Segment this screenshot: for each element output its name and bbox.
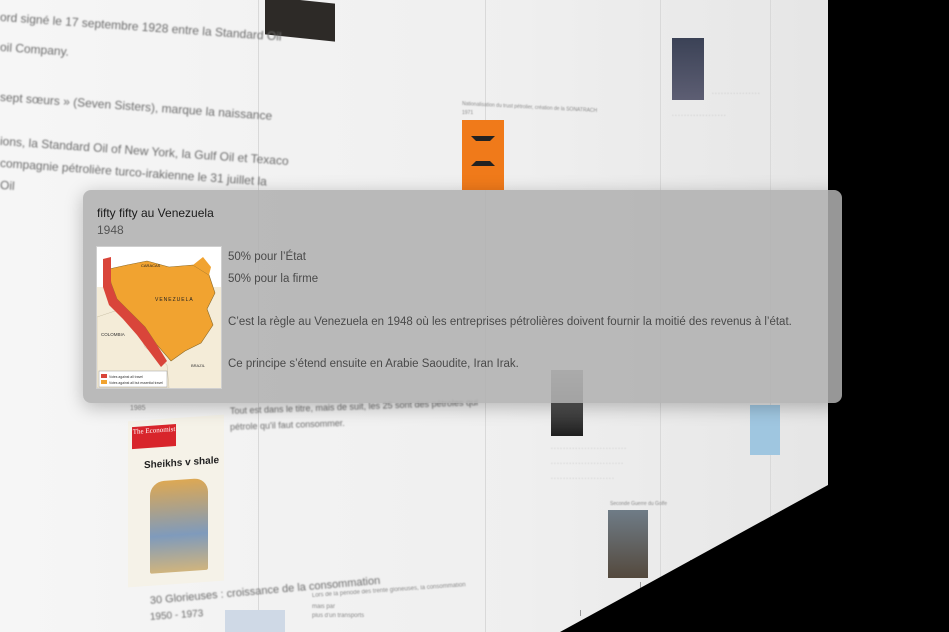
map-legend-item: Votes against all travel: [109, 375, 143, 379]
popup-description: C’est la règle au Venezuela en 1948 où l…: [228, 316, 792, 328]
economist-headline: Sheikhs v shale: [144, 454, 220, 472]
venezuela-map-image[interactable]: Votes against all travel Votes against a…: [96, 246, 222, 389]
event-year: 1971: [462, 110, 474, 116]
sonatrach-logo-thumbnail[interactable]: [462, 120, 504, 190]
background-text-line: Oil: [0, 178, 16, 194]
map-thumbnail[interactable]: [750, 405, 780, 455]
event-year: 1985: [130, 405, 146, 412]
background-text-line: mais par: [312, 604, 336, 610]
popup-title: fifty fifty au Venezuela: [97, 206, 214, 220]
popup-year: 1948: [97, 223, 124, 237]
scale-tick: [640, 582, 641, 588]
background-text-line: · · · · · · · · · · · · · · · · · · · · …: [551, 476, 614, 482]
event-thumbnail[interactable]: [672, 38, 704, 100]
economist-cover-thumbnail[interactable]: The Economist Sheikhs v shale: [128, 414, 224, 588]
map-label-colombia: COLOMBIA: [101, 332, 125, 337]
popup-text-line: 50% pour la firme: [228, 273, 319, 285]
popup-text-line: 50% pour l’État: [228, 251, 306, 263]
gulf-war-thumbnail[interactable]: [608, 510, 648, 578]
background-text-line: plus d'un transports: [312, 613, 365, 619]
map-label-caracas: CARACAS: [141, 263, 161, 268]
event-detail-popup[interactable]: fifty fifty au Venezuela 1948 Votes agai…: [83, 190, 842, 403]
map-label-venezuela: VENEZUELA: [155, 297, 194, 303]
venezuela-map-graphic: Votes against all travel Votes against a…: [97, 247, 221, 388]
background-text-line: · · · · · · · · · · · · · · · · · · · · …: [551, 461, 623, 467]
map-label-brazil: BRAZIL: [191, 363, 206, 368]
background-text-line: · · · · · · · · · · · · · · · ·: [712, 91, 760, 97]
background-text-line: · · · · · · · · · · · · · · · · · ·: [672, 113, 726, 119]
economist-masthead: The Economist: [132, 424, 176, 450]
background-text-line: oil Company.: [0, 40, 70, 59]
event-thumbnail[interactable]: [225, 610, 285, 632]
event-year: 1950 - 1973: [149, 608, 204, 623]
sonatrach-logo-icon: [471, 136, 495, 166]
popup-description: Ce principe s’étend ensuite en Arabie Sa…: [228, 358, 519, 370]
event-caption: Seconde Guerre du Golfe: [610, 501, 667, 507]
map-legend-item: Votes against all but essential travel: [109, 381, 163, 385]
economist-title: The Economist: [132, 425, 176, 437]
economist-illustration: [150, 477, 208, 574]
background-text-line: · · · · · · · · · · · · · · · · · · · · …: [551, 446, 626, 452]
scale-tick: [580, 610, 581, 616]
